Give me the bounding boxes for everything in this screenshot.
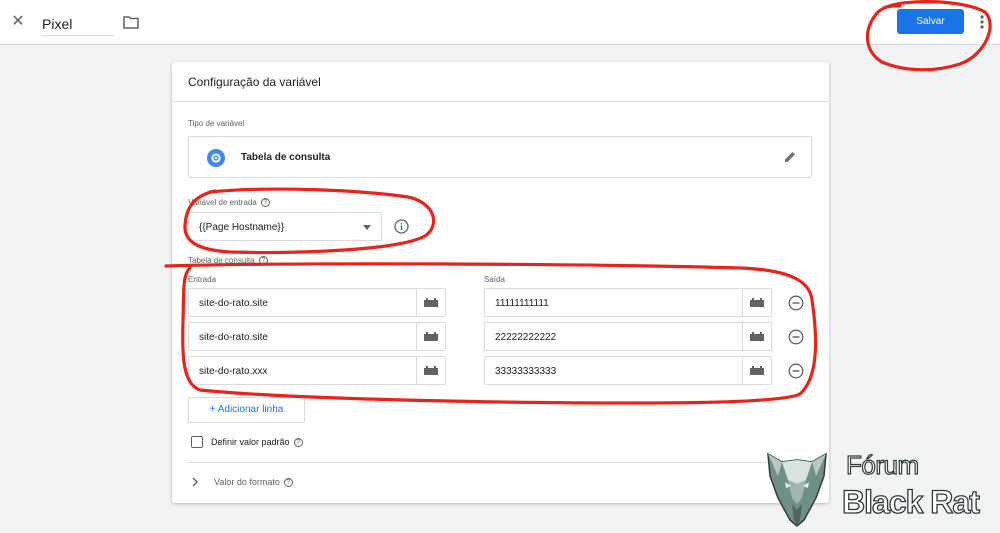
input-variable-label: Variável de entrada? [188,198,270,208]
settings-gear-icon [207,149,225,167]
column-header-input: Entrada [188,275,217,284]
lookup-output-value: 33333333333 [495,366,557,377]
default-value-checkbox[interactable] [191,436,203,448]
column-header-output: Saída [484,275,505,284]
more-vert-icon[interactable] [976,12,988,32]
lookup-output-cell[interactable]: 33333333333 [484,356,772,385]
variable-picker-icon[interactable] [416,289,445,316]
lookup-output-value: 11111111111 [495,298,549,309]
pencil-icon[interactable] [783,150,797,164]
remove-row-icon[interactable] [788,329,804,345]
format-value-label: Valor do formato? [214,477,293,488]
lookup-input-value: site-do-rato.site [199,332,268,343]
lookup-output-cell[interactable]: 22222222222 [484,322,772,351]
variable-picker-icon[interactable] [742,289,771,316]
save-button[interactable]: Salvar [897,9,964,34]
variable-picker-icon[interactable] [416,357,445,384]
lookup-input-value: site-do-rato.xxx [199,366,268,377]
lookup-table-label: Tabela de consulta? [188,256,268,266]
info-icon[interactable] [394,219,409,234]
format-value-label-text: Valor do formato [214,477,280,487]
remove-row-icon[interactable] [788,295,804,311]
variable-picker-icon[interactable] [416,323,445,350]
caret-down-icon [363,225,371,230]
card-header: Configuração da variável [172,62,829,102]
card-title: Configuração da variável [188,75,321,89]
folder-icon[interactable] [123,13,139,31]
forum-black-rat-watermark: Fórum Black Rat [758,446,994,530]
tag-name-input[interactable] [42,12,114,36]
lookup-input-cell[interactable]: site-do-rato.xxx [188,356,446,385]
variable-type-label: Tipo de variável [188,119,245,128]
variable-picker-icon[interactable] [742,357,771,384]
variable-type-selector[interactable]: Tabela de consulta [188,136,812,178]
default-value-label-text: Definir valor padrão [211,437,290,447]
top-bar: ✕ Salvar [0,0,1000,45]
close-icon[interactable]: ✕ [8,12,28,32]
rat-logo [767,452,827,527]
default-value-label: Definir valor padrão? [211,437,303,448]
watermark-line2: Black Rat [841,483,980,520]
lookup-input-cell[interactable]: site-do-rato.site [188,288,446,317]
help-icon[interactable]: ? [258,256,268,266]
input-variable-label-text: Variável de entrada [188,198,257,207]
remove-row-icon[interactable] [788,363,804,379]
lookup-output-cell[interactable]: 11111111111 [484,288,772,317]
variable-config-card: Configuração da variável Tipo de variáve… [172,62,829,503]
variable-picker-icon[interactable] [742,323,771,350]
lookup-table-label-text: Tabela de consulta [188,256,255,265]
input-variable-value: {{Page Hostname}} [199,222,285,233]
watermark-line1: Fórum [845,449,919,480]
lookup-input-value: site-do-rato.site [199,298,268,309]
variable-type-name: Tabela de consulta [241,152,331,163]
lookup-output-value: 22222222222 [495,332,557,343]
chevron-right-icon [192,477,198,487]
help-icon[interactable]: ? [293,438,303,448]
divider [188,462,812,463]
lookup-input-cell[interactable]: site-do-rato.site [188,322,446,351]
help-icon[interactable]: ? [283,478,293,488]
add-row-button[interactable]: + Adicionar linha [188,397,305,423]
help-icon[interactable]: ? [260,198,270,208]
input-variable-select[interactable]: {{Page Hostname}} [188,212,382,241]
